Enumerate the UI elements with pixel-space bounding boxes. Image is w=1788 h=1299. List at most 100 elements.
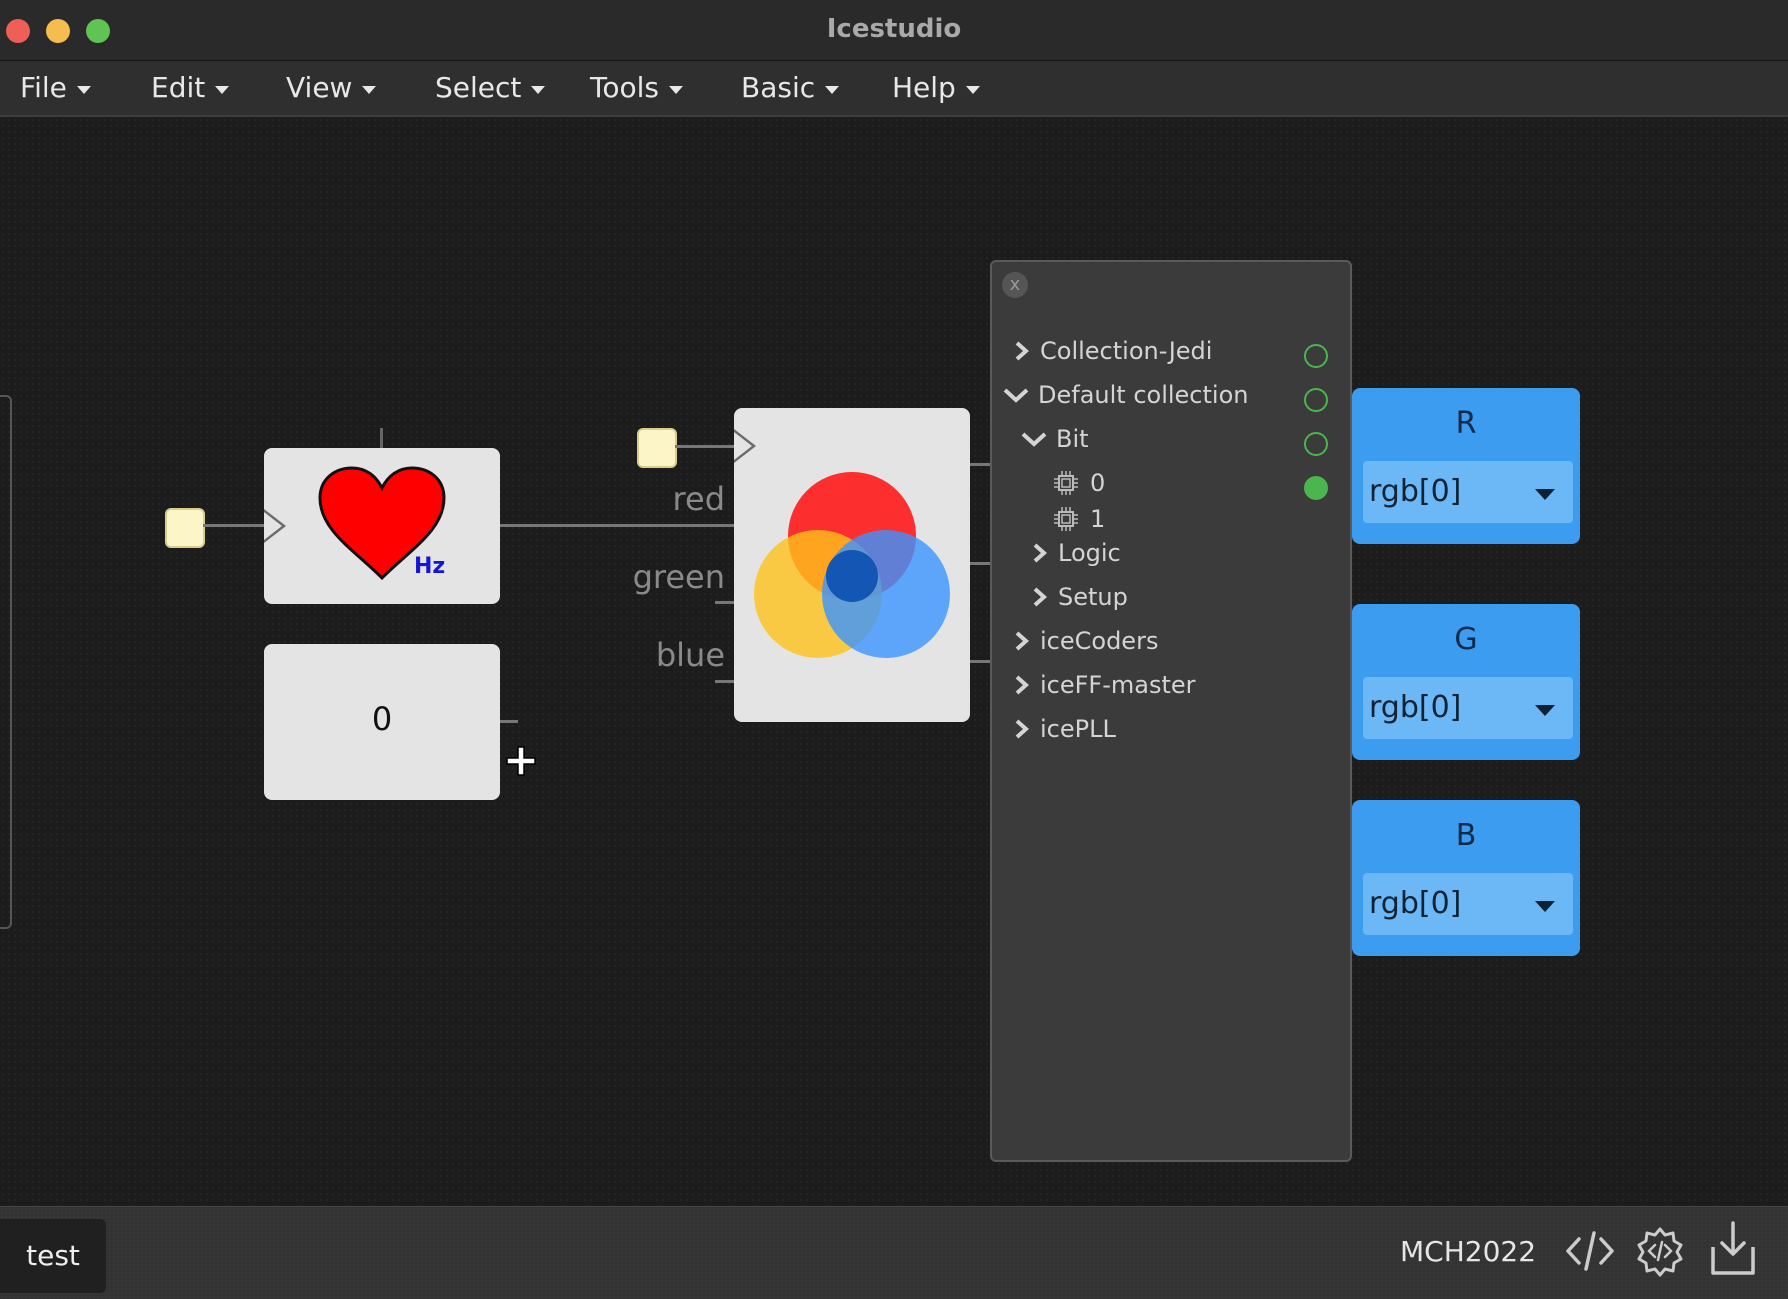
- tree-item-label: 0: [1090, 469, 1106, 497]
- window-title: Icestudio: [826, 14, 962, 44]
- download-icon[interactable]: [1708, 1219, 1758, 1279]
- output-name: R: [1455, 406, 1477, 441]
- menu-file[interactable]: File: [20, 71, 91, 104]
- tree-item-setup[interactable]: Setup: [1028, 583, 1128, 611]
- tree-item-icepll[interactable]: icePLL: [1010, 715, 1116, 743]
- menu-edit-label: Edit: [151, 71, 206, 104]
- chevron-down-icon: [1003, 388, 1029, 403]
- chevron-down-icon: [531, 85, 546, 94]
- clock-input-icon: [264, 509, 286, 543]
- tree-item-icecoders[interactable]: iceCoders: [1010, 627, 1158, 655]
- output-block-g[interactable]: G rgb[0]: [1352, 604, 1580, 760]
- tree-item-block-0[interactable]: 0: [1052, 469, 1105, 497]
- menu-tools-label: Tools: [590, 71, 659, 104]
- pin-select-value: rgb[0]: [1369, 690, 1462, 725]
- chevron-right-icon: [1015, 631, 1030, 651]
- menu-view-label: View: [286, 71, 353, 104]
- menu-edit[interactable]: Edit: [151, 71, 230, 104]
- rgb-block[interactable]: [734, 408, 970, 722]
- chevron-down-icon: [1535, 489, 1555, 500]
- panel-close-button[interactable]: x: [1002, 272, 1028, 298]
- tree-item-default-collection[interactable]: Default collection: [1002, 381, 1248, 409]
- pin-select[interactable]: rgb[0]: [1363, 873, 1573, 935]
- chevron-down-icon: [76, 85, 91, 94]
- chevron-right-icon: [1033, 587, 1048, 607]
- pin-select-value: rgb[0]: [1369, 474, 1462, 509]
- left-panel-edge[interactable]: [0, 395, 12, 929]
- output-block-b[interactable]: B rgb[0]: [1352, 800, 1580, 956]
- heartbeat-block[interactable]: Hz: [264, 448, 500, 604]
- wire: [203, 524, 265, 527]
- chevron-down-icon: [1021, 432, 1047, 447]
- chevron-down-icon: [825, 85, 840, 94]
- status-dot-empty[interactable]: [1304, 432, 1328, 456]
- pin-select-value: rgb[0]: [1369, 886, 1462, 921]
- wire: [970, 562, 990, 565]
- menu-file-label: File: [20, 71, 67, 104]
- chevron-right-icon: [1015, 675, 1030, 695]
- gear-code-icon[interactable]: [1634, 1225, 1686, 1277]
- board-name[interactable]: MCH2022: [1400, 1235, 1536, 1268]
- wire: [970, 463, 990, 466]
- port-label-red: red: [672, 480, 725, 518]
- crosshair-cursor-icon: [506, 746, 536, 776]
- hz-label: Hz: [414, 554, 446, 579]
- wire: [500, 720, 518, 723]
- chip-icon: [1054, 507, 1078, 531]
- tree-item-label: Default collection: [1038, 381, 1249, 409]
- chip-icon: [1054, 471, 1078, 495]
- menu-help[interactable]: Help: [892, 71, 980, 104]
- tree-item-label: Logic: [1058, 539, 1121, 567]
- chevron-down-icon: [1535, 705, 1555, 716]
- tree-item-iceff-master[interactable]: iceFF-master: [1010, 671, 1196, 699]
- input-port-square[interactable]: [165, 508, 205, 548]
- menu-view[interactable]: View: [286, 71, 377, 104]
- status-dot-empty[interactable]: [1304, 344, 1328, 368]
- menu-tools[interactable]: Tools: [590, 71, 683, 104]
- output-name: B: [1455, 818, 1477, 853]
- input-port-square[interactable]: [637, 428, 677, 468]
- project-tab[interactable]: test: [0, 1219, 106, 1293]
- code-icon[interactable]: [1564, 1225, 1616, 1277]
- port-label-green: green: [632, 558, 725, 596]
- wire: [675, 445, 735, 448]
- menu-basic[interactable]: Basic: [741, 71, 840, 104]
- wire: [500, 524, 736, 527]
- tree-item-bit[interactable]: Bit: [1020, 425, 1089, 453]
- port-label-blue: blue: [655, 636, 725, 674]
- pin-select[interactable]: rgb[0]: [1363, 677, 1573, 739]
- tree-item-label: Bit: [1056, 425, 1089, 453]
- menu-select[interactable]: Select: [435, 71, 546, 104]
- tree-item-label: iceFF-master: [1040, 671, 1196, 699]
- wire: [715, 680, 735, 683]
- rgb-venn-icon: [754, 472, 950, 658]
- wire: [715, 601, 735, 604]
- tree-item-label: icePLL: [1040, 715, 1116, 743]
- tree-item-block-1[interactable]: 1: [1052, 505, 1105, 533]
- title-bar: Icestudio: [0, 0, 1788, 61]
- tree-item-label: Setup: [1058, 583, 1128, 611]
- menu-select-label: Select: [435, 71, 522, 104]
- status-dot-empty[interactable]: [1304, 388, 1328, 412]
- chevron-down-icon: [1535, 901, 1555, 912]
- pin-select[interactable]: rgb[0]: [1363, 461, 1573, 523]
- constant-value: 0: [371, 700, 393, 738]
- menu-help-label: Help: [892, 71, 956, 104]
- clock-input-icon: [734, 429, 756, 463]
- wire: [970, 660, 990, 663]
- wire: [380, 428, 383, 448]
- chevron-down-icon: [668, 85, 683, 94]
- tree-item-collection-jedi[interactable]: Collection-Jedi: [1010, 337, 1212, 365]
- tree-item-logic[interactable]: Logic: [1028, 539, 1121, 567]
- tree-item-label: 1: [1090, 505, 1106, 533]
- chevron-down-icon: [362, 85, 377, 94]
- menu-basic-label: Basic: [741, 71, 816, 104]
- chevron-down-icon: [215, 85, 230, 94]
- output-block-r[interactable]: R rgb[0]: [1352, 388, 1580, 544]
- status-bar: test MCH2022: [0, 1206, 1788, 1299]
- constant-block[interactable]: 0: [264, 644, 500, 800]
- chevron-down-icon: [965, 85, 980, 94]
- status-dot-filled[interactable]: [1304, 476, 1328, 500]
- chevron-right-icon: [1015, 719, 1030, 739]
- menu-bar: File Edit View Select Tools Basic Help: [0, 61, 1788, 117]
